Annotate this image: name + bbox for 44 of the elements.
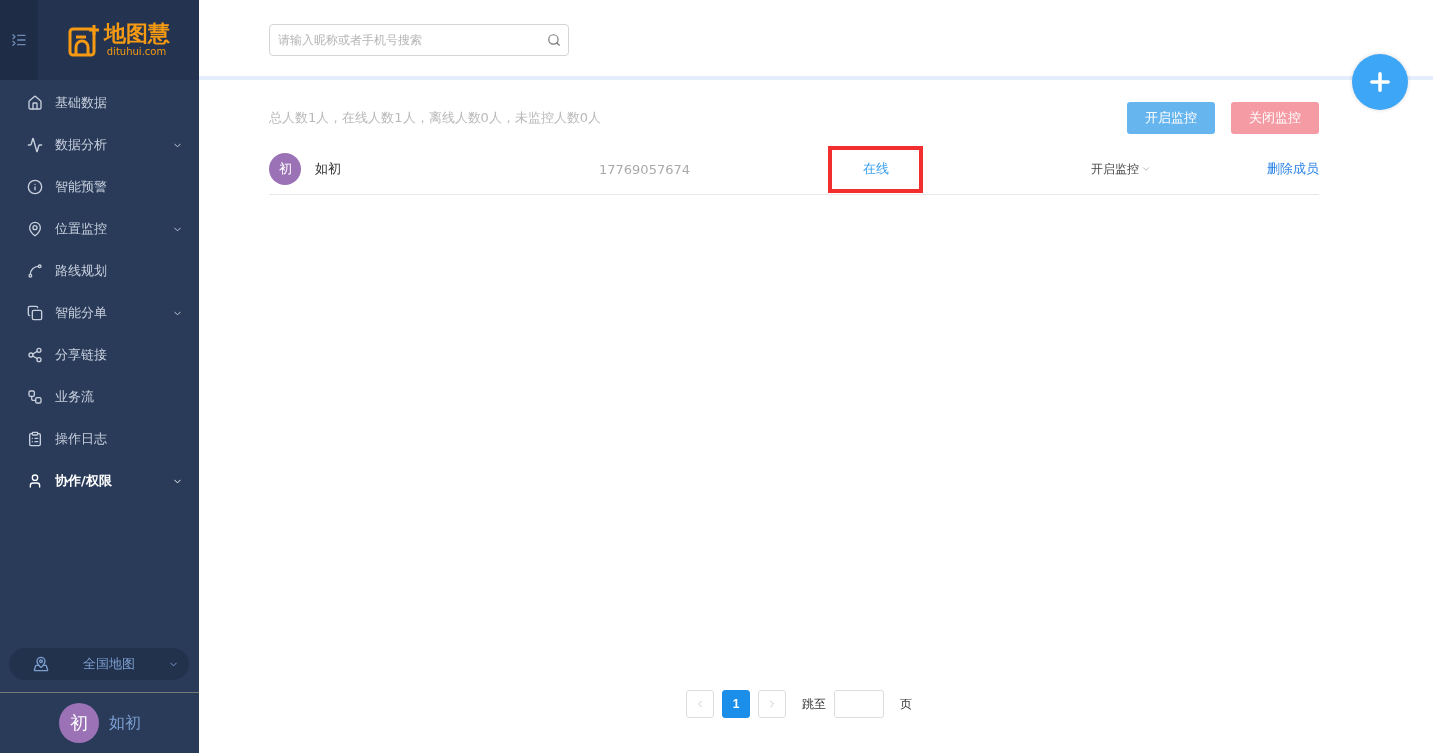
map-pin-icon bbox=[33, 656, 49, 672]
menu-item[interactable]: 智能预警 bbox=[0, 166, 199, 208]
monitor-dropdown[interactable]: 开启监控 bbox=[1091, 160, 1151, 178]
info-icon bbox=[27, 179, 43, 195]
pulse-icon bbox=[27, 137, 43, 153]
share-icon bbox=[27, 347, 43, 363]
route-icon bbox=[27, 263, 43, 279]
logo-domain: dituhui.com bbox=[106, 46, 167, 58]
menu-item[interactable]: 业务流 bbox=[0, 376, 199, 418]
member-status: 在线 bbox=[862, 160, 889, 178]
previous-page-button[interactable] bbox=[686, 690, 714, 718]
menu-item[interactable]: 协作/权限 bbox=[0, 460, 199, 502]
clipboard-icon bbox=[27, 431, 43, 447]
search-field[interactable]: 请输入昵称或者手机号搜索 bbox=[269, 24, 569, 56]
map-selector[interactable]: 全国地图 bbox=[9, 648, 189, 680]
user-icon bbox=[27, 473, 43, 489]
search-icon[interactable] bbox=[547, 33, 561, 47]
member-phone: 17769057674 bbox=[599, 161, 691, 177]
next-page-button[interactable] bbox=[758, 690, 786, 718]
user-name: 如初 bbox=[108, 712, 141, 734]
page-input[interactable] bbox=[834, 690, 884, 718]
menu-item[interactable]: 路线规划 bbox=[0, 250, 199, 292]
menu-item[interactable]: 位置监控 bbox=[0, 208, 199, 250]
member-summary: 总人数1人，在线人数1人，离线人数0人，未监控人数0人 bbox=[269, 109, 603, 127]
home-icon bbox=[27, 95, 43, 111]
workflow-icon bbox=[27, 389, 43, 405]
menu-item[interactable]: 数据分析 bbox=[0, 124, 199, 166]
logo-icon bbox=[67, 23, 100, 57]
menu-item[interactable]: 分享链接 bbox=[0, 334, 199, 376]
page-unit: 页 bbox=[900, 695, 912, 713]
add-button[interactable] bbox=[1352, 54, 1408, 110]
user-avatar: 初 bbox=[58, 703, 99, 743]
copy-icon bbox=[27, 305, 43, 321]
menu-item[interactable]: 智能分单 bbox=[0, 292, 199, 334]
chevron-down-icon bbox=[1141, 164, 1151, 174]
menu-item[interactable]: 操作日志 bbox=[0, 418, 199, 460]
delete-member-link[interactable]: 删除成员 bbox=[1267, 160, 1319, 178]
member-avatar: 初 bbox=[269, 153, 301, 185]
menu-icon[interactable] bbox=[11, 32, 27, 48]
logo-name: 地图慧 bbox=[103, 22, 170, 46]
member-name: 如初 bbox=[315, 160, 341, 178]
jump-label: 跳至 bbox=[802, 695, 826, 713]
menu-item[interactable]: 基础数据 bbox=[0, 82, 199, 124]
map-pin-icon bbox=[27, 221, 43, 237]
